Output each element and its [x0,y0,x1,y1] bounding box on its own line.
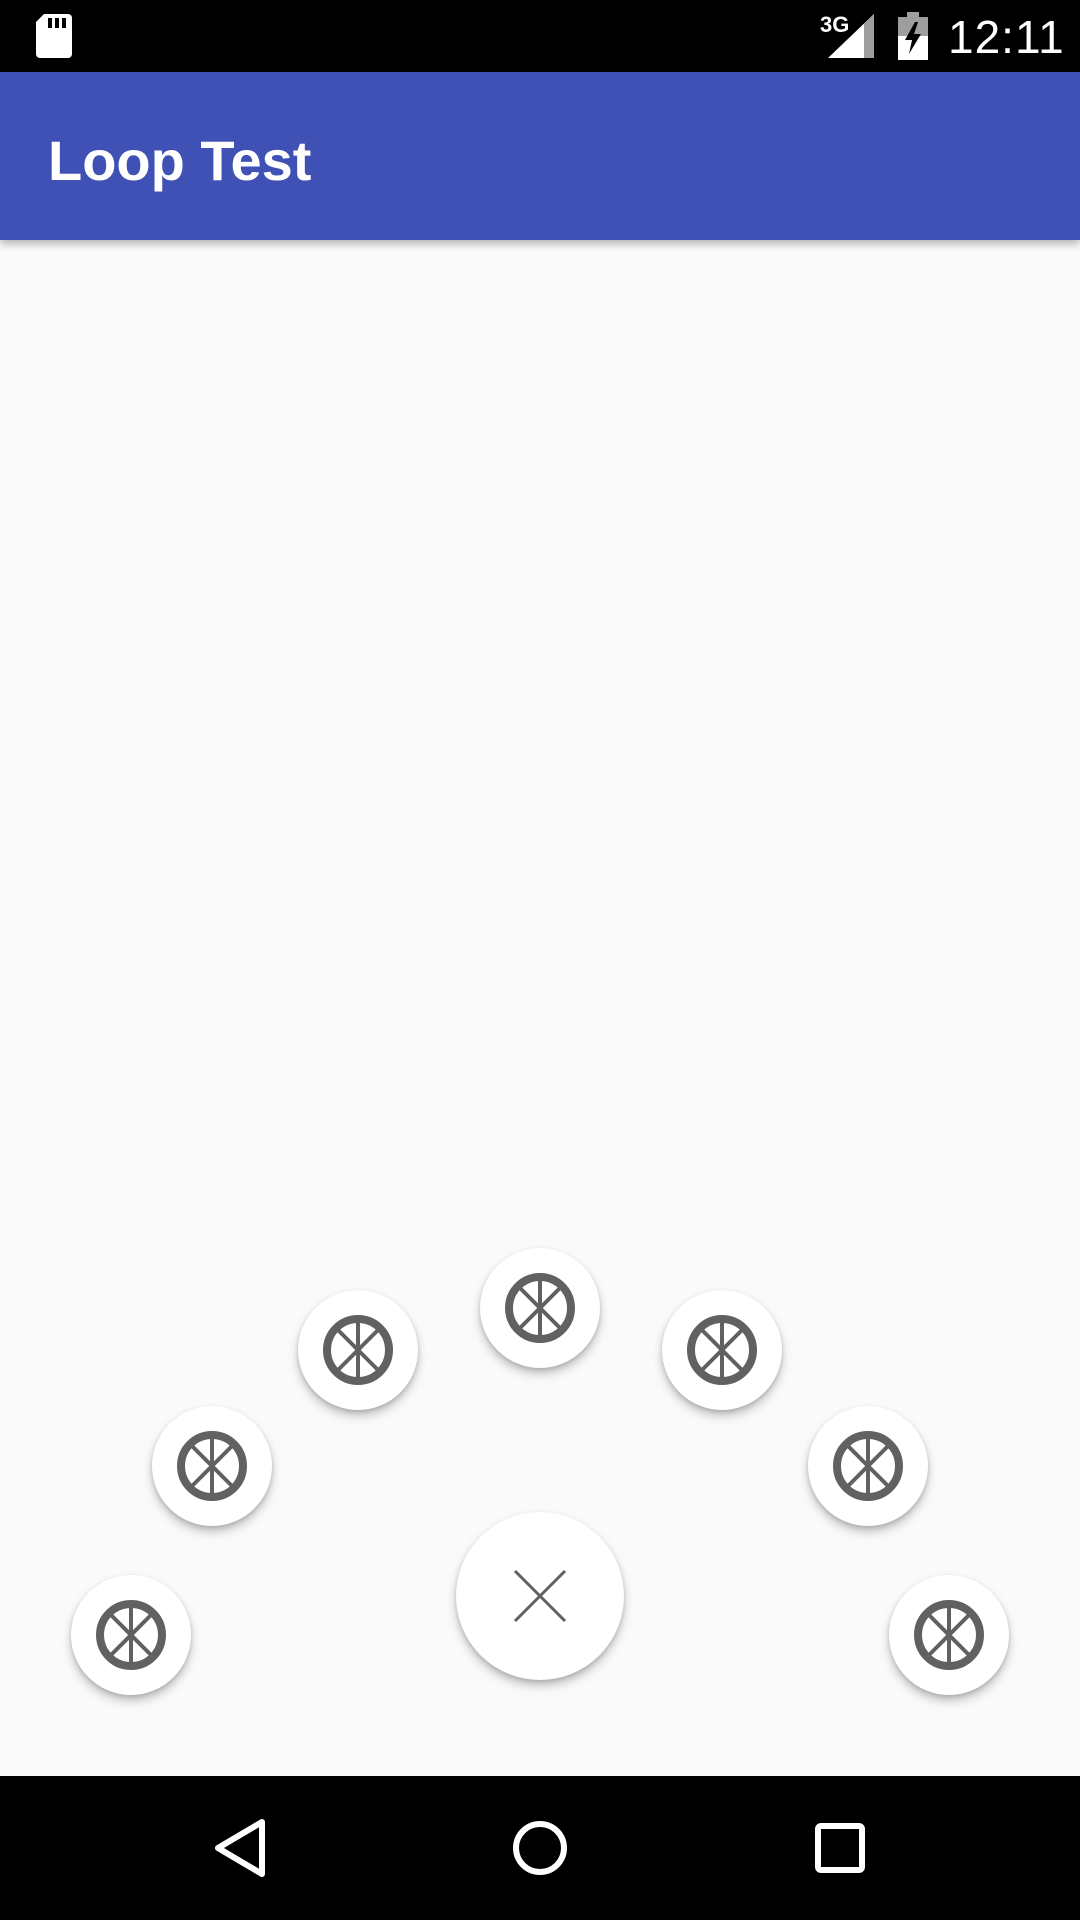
home-icon [513,1821,567,1875]
fab-menu-item-2[interactable] [152,1406,272,1526]
nav-back-button[interactable] [204,1812,276,1884]
wheel-icon [96,1600,166,1670]
nav-recents-button[interactable] [804,1812,876,1884]
app-title: Loop Test [48,129,312,192]
status-bar: 3G 12:11 [0,0,1080,72]
wheel-icon [833,1431,903,1501]
fab-menu-item-7[interactable] [889,1575,1009,1695]
back-icon [215,1819,265,1877]
signal-icon [828,14,874,63]
nav-home-button[interactable] [504,1812,576,1884]
app-bar: Loop Test [0,72,1080,240]
wheel-icon [687,1315,757,1385]
navigation-bar [0,1776,1080,1920]
fab-menu-item-4[interactable] [480,1248,600,1368]
close-icon [513,1569,567,1623]
wheel-icon [323,1315,393,1385]
sd-card-icon [36,14,72,63]
status-clock: 12:11 [948,11,1065,63]
screen: 3G 12:11 Loop Test [0,0,1080,1920]
fab-menu-item-6[interactable] [808,1406,928,1526]
wheel-icon [177,1431,247,1501]
wheel-icon [505,1273,575,1343]
recents-icon [815,1823,865,1873]
wheel-icon [914,1600,984,1670]
fab-menu-item-1[interactable] [71,1575,191,1695]
battery-charging-icon [898,12,928,65]
fab-close-button[interactable] [456,1512,624,1680]
fab-menu-item-5[interactable] [662,1290,782,1410]
fab-menu-item-3[interactable] [298,1290,418,1410]
